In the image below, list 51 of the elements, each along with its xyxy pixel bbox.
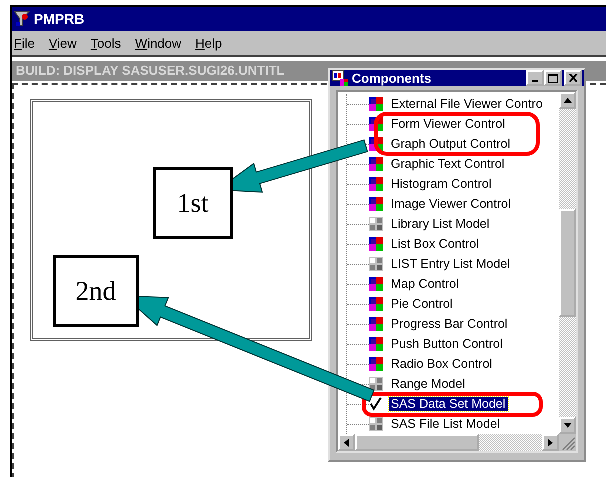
list-item[interactable]: External File Viewer Contro — [389, 97, 545, 111]
close-button[interactable] — [564, 70, 582, 86]
horizontal-scrollbar[interactable] — [338, 434, 576, 451]
minimize-button[interactable] — [526, 70, 544, 86]
app-icon — [14, 11, 30, 27]
list-item[interactable]: Graph Output Control — [389, 137, 513, 151]
up-arrow-icon — [564, 98, 572, 103]
close-icon — [568, 74, 578, 82]
list-item[interactable]: SAS Data Set Model — [389, 397, 508, 411]
menu-item[interactable]: Help — [196, 36, 222, 50]
control-icon — [369, 357, 383, 371]
maximize-icon — [548, 74, 558, 82]
right-arrow-icon — [548, 438, 553, 446]
list-item[interactable]: List Box Control — [389, 237, 482, 251]
down-arrow-icon — [564, 423, 572, 428]
window-title: PMPRB — [34, 11, 85, 27]
list-item[interactable]: Map Control — [389, 277, 462, 291]
control-icon — [369, 197, 383, 211]
list-item[interactable]: Histogram Control — [389, 177, 494, 191]
callout-label: 1st — [153, 167, 233, 239]
control-icon — [369, 277, 383, 291]
callout-label: 2nd — [53, 255, 139, 327]
list-item[interactable]: Form Viewer Control — [389, 117, 508, 131]
control-icon — [369, 177, 383, 191]
minimize-icon — [532, 80, 538, 82]
components-icon — [332, 70, 348, 86]
list-item[interactable]: Range Model — [389, 377, 468, 391]
list-item[interactable]: Push Button Control — [389, 337, 505, 351]
control-icon — [369, 237, 383, 251]
list-item[interactable]: Graphic Text Control — [389, 157, 507, 171]
control-icon — [369, 317, 383, 331]
maximize-button[interactable] — [544, 70, 562, 86]
control-icon — [369, 137, 383, 151]
list-item[interactable]: Image Viewer Control — [389, 197, 513, 211]
control-icon — [369, 337, 383, 351]
list-item[interactable]: LIST Entry List Model — [389, 257, 512, 271]
menu-item[interactable]: Window — [135, 36, 182, 50]
list-item[interactable]: Radio Box Control — [389, 357, 494, 371]
control-icon — [369, 157, 383, 171]
menu-item[interactable]: View — [48, 36, 77, 50]
list-item[interactable]: Progress Bar Control — [389, 317, 510, 331]
control-icon — [369, 297, 383, 311]
menu-item[interactable]: File — [14, 36, 35, 50]
control-icon — [369, 97, 383, 111]
list-item[interactable]: Pie Control — [389, 297, 455, 311]
control-icon — [369, 117, 383, 131]
left-arrow-icon — [344, 438, 349, 446]
vertical-scrollbar[interactable] — [559, 92, 576, 434]
menu-item[interactable]: Tools — [90, 36, 122, 50]
list-item[interactable]: SAS File List Model — [389, 417, 502, 431]
list-item[interactable]: Library List Model — [389, 217, 492, 231]
